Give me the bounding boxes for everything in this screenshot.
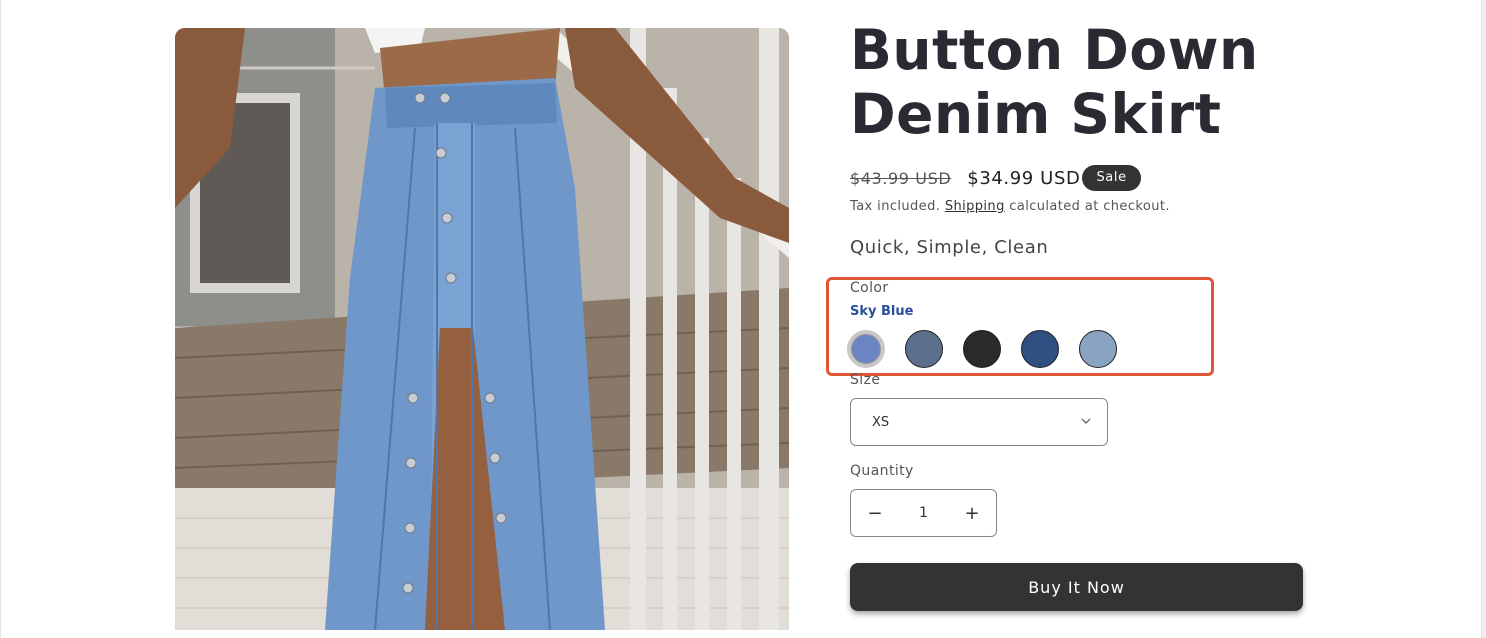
selected-color-name: Sky Blue bbox=[850, 304, 914, 319]
swatch-black[interactable] bbox=[963, 330, 1001, 368]
product-title: Button Down Denim Skirt bbox=[850, 18, 1259, 146]
size-label: Size bbox=[850, 372, 881, 388]
tax-prefix: Tax included. bbox=[850, 199, 941, 214]
quantity-input[interactable]: 1 bbox=[919, 505, 928, 521]
sale-badge: Sale bbox=[1082, 165, 1141, 191]
product-image[interactable] bbox=[175, 28, 789, 630]
swatch-navy[interactable] bbox=[1021, 330, 1059, 368]
swatch-slate[interactable] bbox=[905, 330, 943, 368]
size-value: XS bbox=[872, 414, 890, 430]
chevron-down-icon bbox=[1081, 418, 1091, 424]
buy-it-now-button[interactable]: Buy It Now bbox=[850, 563, 1303, 611]
original-price: $43.99 USD bbox=[850, 168, 952, 188]
tax-note: Tax included. Shipping calculated at che… bbox=[850, 199, 1170, 214]
product-tagline: Quick, Simple, Clean bbox=[850, 237, 1049, 258]
shipping-link[interactable]: Shipping bbox=[945, 199, 1005, 214]
price-row: $43.99 USD $34.99 USD Sale bbox=[850, 163, 1141, 193]
quantity-stepper: − 1 + bbox=[850, 489, 997, 537]
scrollbar-track[interactable] bbox=[1481, 0, 1486, 638]
tax-suffix: calculated at checkout. bbox=[1009, 199, 1170, 214]
color-swatches bbox=[847, 330, 1137, 368]
swatch-light-blue[interactable] bbox=[1079, 330, 1117, 368]
quantity-label: Quantity bbox=[850, 463, 914, 479]
quantity-decrease-button[interactable]: − bbox=[851, 490, 899, 536]
quantity-increase-button[interactable]: + bbox=[948, 490, 996, 536]
sale-price: $34.99 USD bbox=[967, 167, 1081, 189]
color-label: Color bbox=[850, 280, 889, 296]
swatch-sky-blue[interactable] bbox=[847, 330, 885, 368]
page-left-border bbox=[0, 0, 1, 638]
size-select[interactable]: XS bbox=[850, 398, 1108, 446]
